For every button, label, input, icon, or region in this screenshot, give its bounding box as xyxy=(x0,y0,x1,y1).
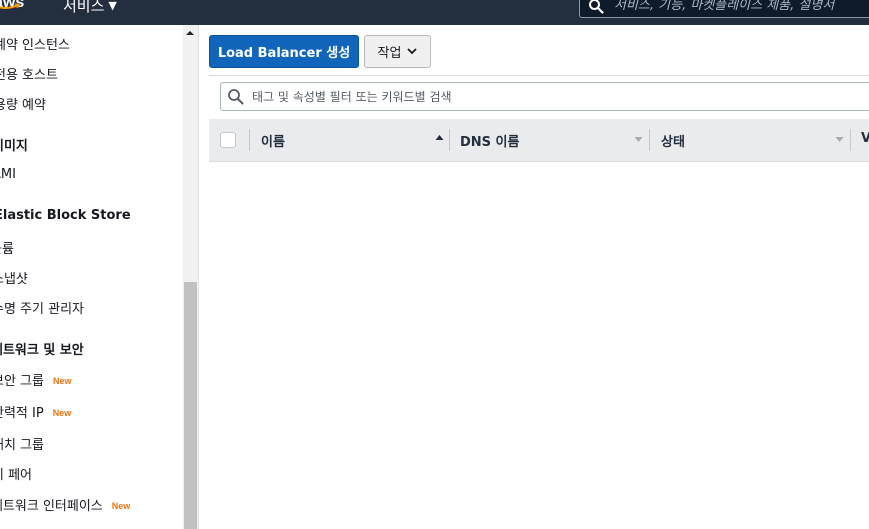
search-icon xyxy=(589,0,604,14)
aws-smile-icon xyxy=(0,3,21,9)
sidebar-item-label: 수명 주기 관리자 xyxy=(0,302,84,317)
sort-ascending-icon[interactable] xyxy=(435,134,444,141)
create-load-balancer-label: Load Balancer 생성 xyxy=(217,46,351,61)
sidebar-item-network-interfaces[interactable]: 네트워크 인터페이스 New xyxy=(0,495,130,514)
sidebar-item-security-groups[interactable]: 보안 그룹 New xyxy=(0,370,72,389)
sidebar-item-label: 보안 그룹 xyxy=(0,374,44,389)
actions-label: 작업 xyxy=(377,46,402,61)
column-divider xyxy=(649,129,650,151)
sidebar-item-volumes[interactable]: 볼륨 xyxy=(0,238,14,257)
column-header-state[interactable]: 상태 xyxy=(661,131,685,150)
global-search-box[interactable] xyxy=(579,0,869,18)
sidebar-heading-ebs: Elastic Block Store xyxy=(0,208,131,223)
services-label: 서비스 xyxy=(63,0,105,15)
sidebar-item-ami[interactable]: AMI xyxy=(0,167,16,182)
main-content: Load Balancer 생성 작업 이름 DNS 이름 상태 xyxy=(200,25,869,529)
aws-logo[interactable]: aws xyxy=(0,0,24,12)
actions-dropdown-button[interactable]: 작업 xyxy=(364,35,431,68)
sidebar-item-label: 네트워크 인터페이스 xyxy=(0,499,103,514)
new-badge: New xyxy=(52,376,72,386)
table-header: 이름 DNS 이름 상태 V xyxy=(209,119,869,162)
sidebar-item-placement-groups[interactable]: 배치 그룹 xyxy=(0,434,44,453)
sidebar-item-label: 볼륨 xyxy=(0,242,14,257)
sidebar-item-label: AMI xyxy=(0,167,16,182)
sidebar-item-capacity-reservations[interactable]: 용량 예약 xyxy=(0,94,46,113)
sidebar-item-label: 전용 호스트 xyxy=(0,68,58,83)
scroll-up-arrow-icon[interactable] xyxy=(185,28,195,38)
sidebar-heading-label: 네트워크 및 보안 xyxy=(0,343,84,358)
sidebar-item-label: 탄력적 IP xyxy=(0,406,44,421)
top-navigation-bar: aws 서비스 ▼ xyxy=(0,0,869,25)
sidebar-heading-label: 이미지 xyxy=(0,139,28,154)
sidebar-item-dedicated-hosts[interactable]: 전용 호스트 xyxy=(0,64,58,83)
create-load-balancer-button[interactable]: Load Balancer 생성 xyxy=(209,35,359,68)
sidebar-item-lifecycle-manager[interactable]: 수명 주기 관리자 xyxy=(0,298,84,317)
sidebar-item-label: 용량 예약 xyxy=(0,98,46,113)
sidebar-item-snapshots[interactable]: 스냅샷 xyxy=(0,268,28,287)
column-divider xyxy=(249,129,250,151)
services-menu[interactable]: 서비스 ▼ xyxy=(63,0,117,16)
search-icon xyxy=(228,89,244,105)
sidebar-item-label: 키 페어 xyxy=(0,468,33,483)
global-search-input[interactable] xyxy=(614,0,869,13)
sidebar-heading-images: 이미지 xyxy=(0,135,28,154)
column-header-name[interactable]: 이름 xyxy=(261,131,285,150)
sidebar-item-label: 스냅샷 xyxy=(0,272,28,287)
column-divider xyxy=(449,129,450,151)
sidebar-navigation: 예약 인스턴스 전용 호스트 용량 예약 이미지 AMI Elastic Blo… xyxy=(0,25,199,529)
sort-descending-icon[interactable] xyxy=(634,136,643,143)
filter-search-box[interactable] xyxy=(220,82,869,111)
sidebar-item-label: 예약 인스턴스 xyxy=(0,38,70,53)
sidebar-item-key-pairs[interactable]: 키 페어 xyxy=(0,464,32,483)
sidebar-heading-network-security: 네트워크 및 보안 xyxy=(0,339,84,358)
new-badge: New xyxy=(52,408,72,418)
sidebar-heading-label: Elastic Block Store xyxy=(0,208,131,223)
caret-down-icon: ▼ xyxy=(108,0,117,12)
sidebar-scrollbar-thumb[interactable] xyxy=(184,282,197,529)
chevron-down-icon xyxy=(407,48,418,55)
select-all-checkbox[interactable] xyxy=(220,132,236,148)
column-header-dns-name[interactable]: DNS 이름 xyxy=(460,131,519,150)
sidebar-item-reserved-instances[interactable]: 예약 인스턴스 xyxy=(0,34,70,53)
sort-descending-icon[interactable] xyxy=(835,136,844,143)
column-divider xyxy=(850,129,851,151)
sidebar-item-elastic-ips[interactable]: 탄력적 IP New xyxy=(0,402,71,421)
filter-input[interactable] xyxy=(252,89,852,104)
sidebar-item-label: 배치 그룹 xyxy=(0,438,44,453)
column-header-vpc[interactable]: V xyxy=(861,131,869,146)
toolbar-divider xyxy=(209,75,869,76)
new-badge: New xyxy=(111,501,131,511)
